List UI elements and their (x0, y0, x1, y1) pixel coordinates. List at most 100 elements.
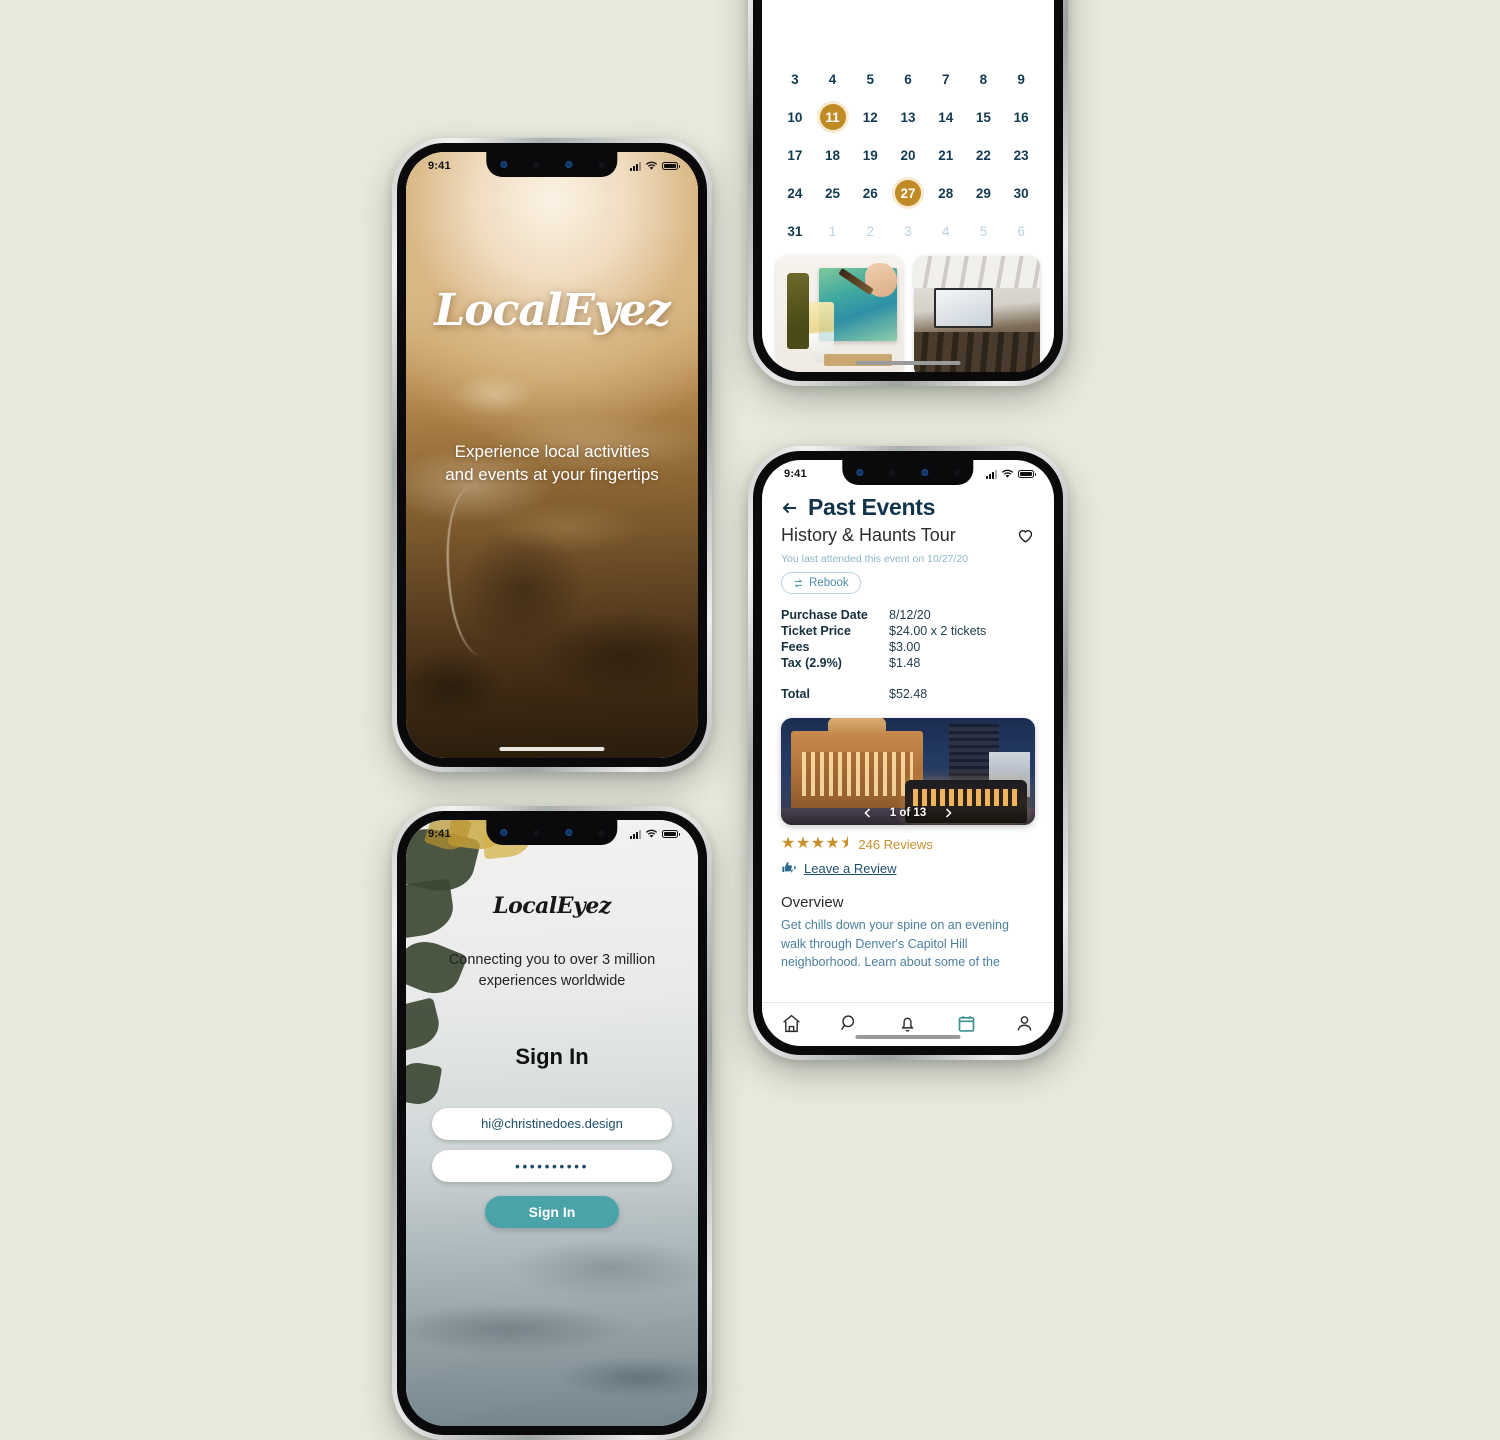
calendar-day-29[interactable]: 29 (965, 180, 1003, 206)
calendar-day-5[interactable]: 5 (851, 66, 889, 92)
calendar-day-20[interactable]: 20 (889, 142, 927, 168)
status-icons (630, 829, 680, 839)
proximity-sensor-icon (597, 161, 604, 168)
calendar-day-7[interactable]: 7 (927, 66, 965, 92)
phone-bezel: 9:41 LocalEyez Connecting you to over 3 … (397, 811, 707, 1435)
chevron-right-icon[interactable] (942, 807, 954, 819)
status-time: 9:41 (784, 468, 807, 480)
calendar-day-3[interactable]: 3 (889, 218, 927, 244)
leave-review-label: Leave a Review (804, 860, 897, 876)
calendar-day-31[interactable]: 31 (776, 218, 814, 244)
signal-icon (630, 161, 641, 171)
page-title: Past Events (808, 494, 936, 520)
detail-value: 8/12/20 (889, 608, 931, 622)
battery-icon (662, 830, 680, 838)
calendar-day-11[interactable]: 11 (814, 104, 852, 130)
chevron-left-icon[interactable] (862, 807, 874, 819)
home-icon[interactable] (781, 1013, 802, 1034)
calendar-day-3[interactable]: 3 (776, 66, 814, 92)
event-card[interactable]: Littleton, CO January 27, 2021 (913, 256, 1040, 372)
password-field[interactable]: •••••••••• (432, 1150, 672, 1183)
tab-bar (762, 1002, 1054, 1046)
calendar-day-14[interactable]: 14 (927, 104, 965, 130)
battery-icon (662, 162, 680, 170)
calendar-icon[interactable] (956, 1013, 977, 1034)
calendar-day-2[interactable]: 2 (851, 218, 889, 244)
arrow-left-icon[interactable] (781, 499, 799, 517)
calendar-day-12[interactable]: 12 (851, 104, 889, 130)
calendar-day-28[interactable]: 28 (927, 180, 965, 206)
total-value: $52.48 (889, 687, 928, 701)
detail-value: $3.00 (889, 640, 921, 654)
notch (486, 820, 618, 845)
calendar-day-4[interactable]: 4 (814, 66, 852, 92)
calendar-day-5[interactable]: 5 (965, 218, 1003, 244)
calendar-day-16[interactable]: 16 (1002, 104, 1040, 130)
calendar-day-25[interactable]: 25 (814, 180, 852, 206)
overview-heading: Overview (781, 894, 844, 911)
calendar-day-4[interactable]: 4 (927, 218, 965, 244)
event-thumbnail-lecture-hall[interactable] (913, 256, 1040, 372)
calendar-day-19[interactable]: 19 (851, 142, 889, 168)
detail-value: $24.00 x 2 tickets (889, 624, 987, 638)
event-card[interactable]: Littleton, CO Janaury 11, 2021 (776, 256, 903, 372)
calendar-day-23[interactable]: 23 (1002, 142, 1040, 168)
capitol-building-detail (791, 718, 924, 808)
calendar-day-18[interactable]: 18 (814, 142, 852, 168)
person-icon[interactable] (1014, 1013, 1035, 1034)
home-indicator[interactable] (855, 1035, 961, 1039)
reviews-count[interactable]: 246 Reviews (858, 837, 932, 852)
calendar-grid: 3 4 5 6 7 8 9 10 11 12 13 14 15 16 17 18 19 20 21 22 23 24 25 2… (776, 66, 1040, 244)
signin-submit-button[interactable]: Sign In (484, 1195, 620, 1228)
face-id-icon (564, 829, 572, 836)
face-id-icon (920, 469, 928, 476)
heart-outline-icon[interactable] (1016, 526, 1035, 545)
email-field[interactable]: hi@christinedoes.design (432, 1107, 672, 1140)
status-time: 9:41 (428, 160, 451, 172)
calendar-event-cards: Littleton, CO Janaury 11, 2021 Littleton… (762, 244, 1054, 372)
rebook-button[interactable]: Rebook (781, 572, 861, 594)
proximity-sensor-icon (597, 829, 604, 836)
splash-tagline: Experience local activities and events a… (445, 441, 659, 485)
calendar-day-1[interactable]: 1 (814, 218, 852, 244)
calendar-day-10[interactable]: 10 (776, 104, 814, 130)
detail-label: Purchase Date (781, 608, 868, 622)
app-logo: LocalEyez (434, 285, 670, 337)
calendar-day-6[interactable]: 6 (889, 66, 927, 92)
calendar-day-26[interactable]: 26 (851, 180, 889, 206)
signal-icon (630, 829, 641, 839)
event-detail-content: Past Events History & Haunts Tour You la… (762, 460, 1054, 1002)
face-id-icon (564, 161, 572, 168)
home-indicator[interactable] (499, 747, 605, 751)
event-title-row: History & Haunts Tour (781, 525, 1035, 546)
page-header: Past Events (781, 494, 1035, 521)
carousel-counter: 1 of 13 (889, 807, 927, 819)
star-rating: ★★★★⯨ (781, 835, 850, 852)
calendar-day-21[interactable]: 21 (927, 142, 965, 168)
home-indicator[interactable] (855, 361, 961, 365)
proximity-sensor-icon (953, 469, 960, 476)
bell-icon[interactable] (897, 1013, 918, 1034)
calendar-day-6[interactable]: 6 (1002, 218, 1040, 244)
ceiling-beams-detail (913, 256, 1040, 288)
calendar-day-8[interactable]: 8 (965, 66, 1003, 92)
calendar-day-17[interactable]: 17 (776, 142, 814, 168)
notch (486, 152, 618, 177)
search-icon[interactable] (839, 1013, 860, 1034)
calendar-day-13[interactable]: 13 (889, 104, 927, 130)
status-icons (986, 469, 1036, 479)
calendar-day-30[interactable]: 30 (1002, 180, 1040, 206)
calendar-day-22[interactable]: 22 (965, 142, 1003, 168)
calendar-day-9[interactable]: 9 (1002, 66, 1040, 92)
calendar-day-27[interactable]: 27 (889, 180, 927, 206)
detail-label: Ticket Price (781, 624, 851, 638)
front-camera-icon (499, 161, 507, 168)
leave-review-link[interactable]: Leave a Review (781, 860, 1035, 876)
sensor-icon (532, 829, 539, 836)
event-photo-carousel[interactable]: 1 of 13 (781, 718, 1035, 825)
calendar-day-15[interactable]: 15 (965, 104, 1003, 130)
front-camera-icon (855, 469, 863, 476)
battery-icon (1018, 470, 1036, 478)
calendar-day-24[interactable]: 24 (776, 180, 814, 206)
event-thumbnail-paint-class[interactable] (776, 256, 903, 372)
